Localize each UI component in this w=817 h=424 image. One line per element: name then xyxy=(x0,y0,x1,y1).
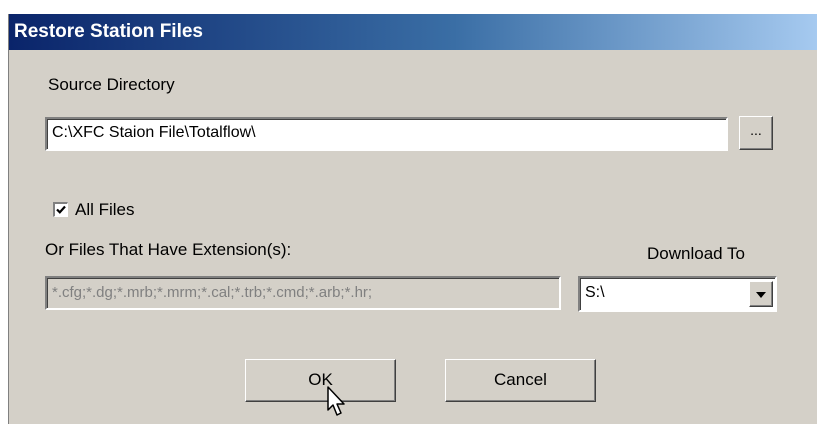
all-files-checkbox[interactable] xyxy=(53,202,68,217)
ok-button[interactable]: OK xyxy=(245,359,396,402)
download-to-select[interactable]: S:\ xyxy=(578,276,777,312)
source-directory-input[interactable]: C:\XFC Staion File\Totalflow\ xyxy=(45,117,728,151)
cancel-button-label: Cancel xyxy=(494,370,547,389)
dropdown-button[interactable] xyxy=(749,281,773,307)
source-directory-value: C:\XFC Staion File\Totalflow\ xyxy=(52,124,256,141)
checkmark-icon xyxy=(56,205,66,214)
all-files-label: All Files xyxy=(75,200,135,219)
restore-dialog: Restore Station Files Source Directory C… xyxy=(8,14,817,424)
source-directory-label: Source Directory xyxy=(48,75,175,94)
mouse-cursor-icon xyxy=(327,386,345,416)
browse-button-label: ... xyxy=(750,122,762,138)
extensions-value: *.cfg;*.dg;*.mrb;*.mrm;*.cal;*.trb;*.cmd… xyxy=(52,284,373,301)
browse-button[interactable]: ... xyxy=(739,116,773,150)
cancel-button[interactable]: Cancel xyxy=(445,359,596,402)
chevron-down-icon xyxy=(756,292,766,298)
extensions-input[interactable]: *.cfg;*.dg;*.mrb;*.mrm;*.cal;*.trb;*.cmd… xyxy=(45,276,561,310)
download-to-value: S:\ xyxy=(585,284,605,301)
download-to-label: Download To xyxy=(647,244,745,263)
window-title: Restore Station Files xyxy=(14,21,203,42)
title-bar[interactable]: Restore Station Files xyxy=(9,14,817,50)
extensions-label: Or Files That Have Extension(s): xyxy=(45,240,292,259)
